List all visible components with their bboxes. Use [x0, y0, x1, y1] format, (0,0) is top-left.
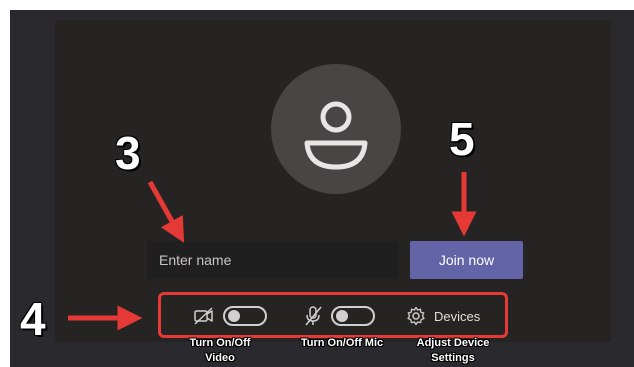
step-number-5: 5 — [449, 113, 475, 165]
step-number-4: 4 — [20, 293, 46, 345]
step-number-3: 3 — [115, 127, 141, 179]
annotation-arrows — [68, 172, 477, 331]
arrow-3 — [147, 180, 185, 243]
caption-video: Turn On/Off Video — [189, 337, 251, 364]
caption-devices: Adjust Device Settings — [416, 337, 490, 364]
caption-mic: Turn On/Off Mic — [300, 337, 384, 349]
